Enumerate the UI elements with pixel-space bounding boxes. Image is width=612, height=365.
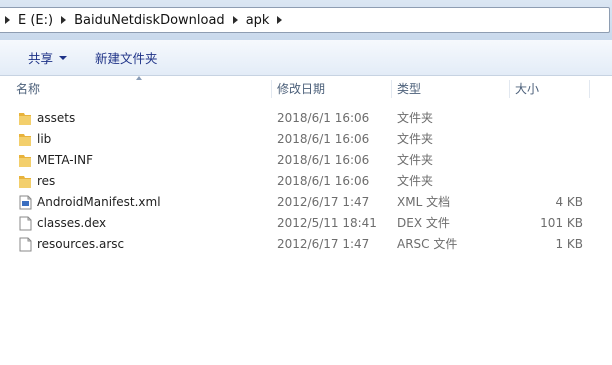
folder-icon [19, 176, 31, 188]
file-date: 2012/6/17 1:47 [277, 237, 370, 251]
file-row[interactable]: resources.arsc 2012/6/17 1:47 ARSC 文件 1 … [0, 234, 612, 255]
breadcrumb-drive[interactable]: E (E:) [18, 13, 53, 28]
file-date: 2012/6/17 1:47 [277, 195, 370, 209]
file-name: lib [37, 132, 52, 146]
column-header: 名称 修改日期 类型 大小 [0, 76, 612, 102]
column-divider[interactable] [589, 80, 590, 98]
new-folder-button[interactable]: 新建文件夹 [85, 45, 168, 71]
file-row[interactable]: META-INF 2018/6/1 16:06 文件夹 [0, 150, 612, 171]
file-row[interactable]: res 2018/6/1 16:06 文件夹 [0, 171, 612, 192]
new-folder-label: 新建文件夹 [95, 51, 158, 66]
file-row[interactable]: classes.dex 2012/5/11 18:41 DEX 文件 101 K… [0, 213, 612, 234]
chevron-down-icon [59, 55, 68, 60]
file-name: AndroidManifest.xml [37, 195, 161, 209]
file-row[interactable]: assets 2018/6/1 16:06 文件夹 [0, 108, 612, 129]
file-date: 2018/6/1 16:06 [277, 174, 370, 188]
file-name: META-INF [37, 153, 94, 167]
address-bar: E (E:) BaiduNetdiskDownload apk [0, 0, 612, 40]
file-list: assets 2018/6/1 16:06 文件夹 lib 2018/6/1 1… [0, 108, 612, 255]
file-name: classes.dex [37, 216, 107, 230]
file-icon [19, 237, 32, 252]
address-field[interactable]: E (E:) BaiduNetdiskDownload apk [0, 7, 610, 33]
file-date: 2018/6/1 16:06 [277, 153, 370, 167]
file-date: 2018/6/1 16:06 [277, 111, 370, 125]
file-name: assets [37, 111, 76, 125]
file-type: 文件夹 [397, 132, 434, 146]
xml-file-icon [19, 195, 32, 210]
file-size: 4 KB [555, 195, 583, 209]
breadcrumb-arrow-icon[interactable] [61, 16, 67, 24]
file-type: 文件夹 [397, 153, 434, 167]
column-name[interactable]: 名称 [10, 76, 270, 102]
file-size: 1 KB [555, 237, 583, 251]
file-icon [19, 216, 32, 231]
breadcrumb-arrow-icon[interactable] [5, 16, 10, 24]
breadcrumb-folder[interactable]: BaiduNetdiskDownload [74, 13, 225, 28]
file-type: 文件夹 [397, 111, 434, 125]
file-type: XML 文档 [397, 195, 451, 209]
breadcrumb-arrow-icon[interactable] [277, 16, 283, 24]
file-row[interactable]: AndroidManifest.xml 2012/6/17 1:47 XML 文… [0, 192, 612, 213]
breadcrumb-arrow-icon[interactable] [232, 16, 238, 24]
file-date: 2012/5/11 18:41 [277, 216, 377, 230]
column-date[interactable]: 修改日期 [271, 76, 391, 102]
file-size: 101 KB [540, 216, 583, 230]
share-button[interactable]: 共享 [18, 45, 77, 71]
folder-icon [19, 113, 31, 125]
file-name: resources.arsc [37, 237, 125, 251]
share-label: 共享 [28, 51, 54, 66]
file-type: ARSC 文件 [397, 237, 458, 251]
folder-icon [19, 134, 31, 146]
file-row[interactable]: lib 2018/6/1 16:06 文件夹 [0, 129, 612, 150]
file-type: 文件夹 [397, 174, 434, 188]
breadcrumb-current[interactable]: apk [246, 13, 270, 28]
column-type[interactable]: 类型 [391, 76, 509, 102]
command-bar: 共享 新建文件夹 [0, 40, 612, 76]
file-date: 2018/6/1 16:06 [277, 132, 370, 146]
column-size[interactable]: 大小 [509, 76, 589, 102]
folder-icon [19, 155, 31, 167]
file-type: DEX 文件 [397, 216, 450, 230]
file-name: res [37, 174, 56, 188]
